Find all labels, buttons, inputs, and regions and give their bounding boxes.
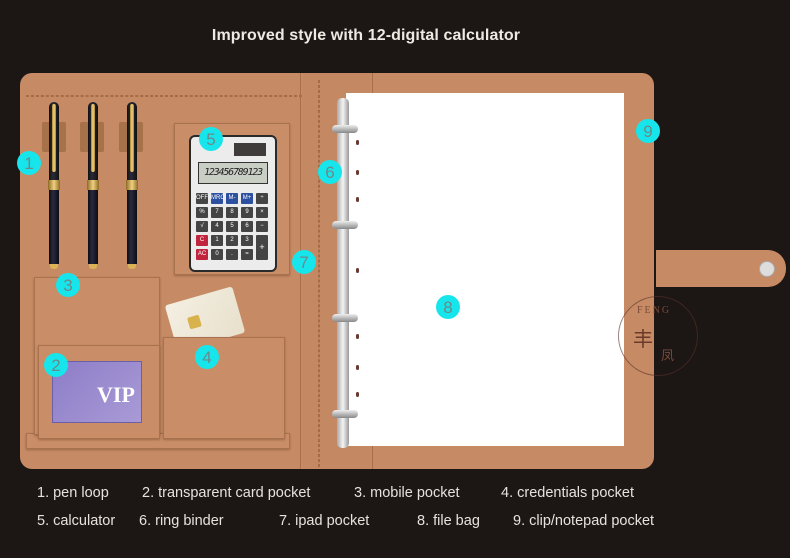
calc-key: =	[241, 249, 253, 260]
paper-hole	[356, 268, 359, 273]
calc-key: 8	[226, 207, 238, 218]
title-text: Improved style with 12-digital calculato…	[211, 27, 521, 44]
calc-key: M-	[226, 193, 238, 204]
calc-key: 3	[241, 235, 253, 246]
badge-1: 1	[17, 151, 41, 175]
calc-key: .	[226, 249, 238, 260]
paper-hole	[356, 365, 359, 370]
ring-binder	[337, 98, 349, 448]
badge-9: 9	[636, 119, 660, 143]
calculator-display: 123456789123	[198, 162, 268, 184]
badge-5: 5	[199, 127, 223, 151]
calc-key: %	[196, 207, 208, 218]
stitch-line	[26, 95, 302, 97]
calc-key: +	[256, 235, 268, 260]
badge-7: 7	[292, 250, 316, 274]
calc-key: 0	[211, 249, 223, 260]
credentials-pocket	[163, 337, 285, 439]
vip-text: VIP	[97, 382, 135, 407]
watermark-stamp: FENG 丰 凤	[618, 296, 698, 376]
calc-key: ×	[256, 207, 268, 218]
snap-button	[759, 261, 775, 277]
pen	[87, 102, 99, 270]
legend-item: 3. mobile pocket	[354, 485, 460, 501]
calc-key: 6	[241, 221, 253, 232]
binder-ring	[332, 221, 358, 229]
calc-key: 1	[211, 235, 223, 246]
card-chip	[187, 314, 202, 330]
calc-key: −	[256, 221, 268, 232]
stitch-line	[318, 80, 320, 467]
legend-item: 4. credentials pocket	[501, 485, 634, 501]
watermark-glyph: 丰	[633, 329, 653, 351]
watermark-text: FENG	[637, 305, 672, 316]
calc-key: 4	[211, 221, 223, 232]
paper-hole	[356, 170, 359, 175]
file-paper	[346, 93, 624, 446]
calc-key: 9	[241, 207, 253, 218]
legend-item: 8. file bag	[417, 513, 480, 529]
calculator-keypad: OFF MRC M- M+ ÷ % 7 8 9 × √ 4 5 6 − C 1 …	[196, 193, 270, 260]
calc-key: 5	[226, 221, 238, 232]
badge-8: 8	[436, 295, 460, 319]
paper-hole	[356, 140, 359, 145]
pen	[126, 102, 138, 270]
binder-ring	[332, 410, 358, 418]
pen	[48, 102, 60, 270]
solar-panel	[234, 143, 266, 156]
binder-ring	[332, 314, 358, 322]
calculator: 123456789123 OFF MRC M- M+ ÷ % 7 8 9 × √…	[189, 135, 277, 272]
badge-6: 6	[318, 160, 342, 184]
legend-item: 5. calculator	[37, 513, 116, 529]
badge-3: 3	[56, 273, 80, 297]
legend-item: 1. pen loop	[37, 485, 109, 501]
legend-item: 6. ring binder	[139, 513, 224, 529]
calc-key: C	[196, 235, 208, 246]
legend-item: 7. ipad pocket	[279, 513, 370, 529]
calc-key: √	[196, 221, 208, 232]
calc-key: 2	[226, 235, 238, 246]
calc-key: OFF	[196, 193, 208, 204]
page-title: Improved style with 12-digital calculato…	[0, 27, 790, 45]
badge-2: 2	[44, 353, 68, 377]
badge-4: 4	[195, 345, 219, 369]
calc-key: AC	[196, 249, 208, 260]
calc-key: M+	[241, 193, 253, 204]
calc-key: 7	[211, 207, 223, 218]
legend-item: 2. transparent card pocket	[142, 485, 311, 501]
binder-ring	[332, 125, 358, 133]
watermark-glyph: 凤	[661, 348, 675, 363]
calc-key: MRC	[211, 193, 225, 204]
paper-hole	[356, 334, 359, 339]
calc-key: ÷	[256, 193, 268, 204]
legend-item: 9. clip/notepad pocket	[513, 513, 655, 529]
paper-hole	[356, 392, 359, 397]
paper-hole	[356, 197, 359, 202]
